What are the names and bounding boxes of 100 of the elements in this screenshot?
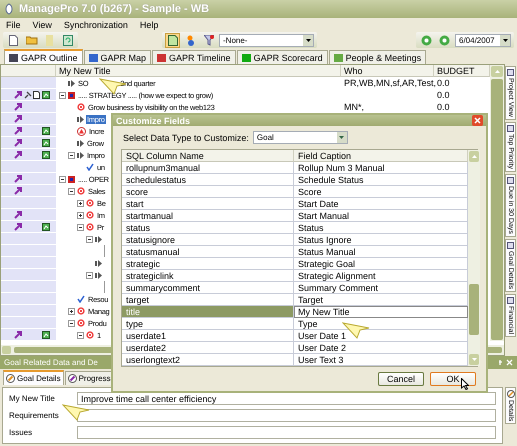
table-cell[interactable]: rollupnum3manual [122,162,294,174]
table-cell[interactable]: Score [294,186,468,198]
previous-button[interactable] [419,32,434,48]
expand-icon[interactable] [77,212,84,218]
table-cell[interactable]: Status Manual [294,246,468,258]
table-cell[interactable]: User Date 2 [294,342,468,354]
filter-button[interactable] [201,32,216,48]
menu-item[interactable]: Help [140,20,158,30]
caret-icon [306,38,310,42]
expand-icon[interactable] [68,308,75,314]
collapse-icon[interactable] [68,152,75,158]
table-cell[interactable]: userlongtext2 [122,354,294,366]
table-cell[interactable]: My New Title [294,306,468,318]
scroll-up-icon [472,155,476,158]
table-cell[interactable]: strategic [122,258,294,270]
table-cell[interactable]: Strategic Alignment [294,270,468,282]
tab-icon [9,54,18,62]
table-cell[interactable]: score [122,186,294,198]
table-cell[interactable]: Start Date [294,198,468,210]
pin-close-icon[interactable] [499,359,513,366]
view-tab[interactable]: GAPR Map [84,50,152,64]
square-icon [68,176,75,182]
table-cell[interactable]: Summary Comment [294,282,468,294]
table-cell[interactable]: Strategic Goal [294,258,468,270]
input-field[interactable] [77,426,496,439]
caret-icon [502,38,508,42]
close-icon[interactable] [472,115,483,126]
table-cell-text: PR,WB,MN,sf,AR,Test, [343,77,434,89]
input-field[interactable] [77,409,496,422]
refresh-button[interactable] [60,32,75,48]
arrow-icon [14,150,22,158]
tab-icon [507,69,514,76]
view-tab[interactable]: GAPR Timeline [152,50,236,64]
scroll-up-icon [494,70,500,73]
table-cell[interactable]: type [122,318,294,330]
menu-item[interactable]: File [6,20,21,30]
table-cell[interactable]: Status Ignore [294,234,468,246]
table-cell[interactable]: Start Manual [294,210,468,222]
table-cell[interactable]: Schedule Status [294,174,468,186]
vertical-scrollbar[interactable] [490,65,504,341]
next-button[interactable] [437,32,452,48]
table-cell[interactable]: summarycomment [122,282,294,294]
table-cell[interactable]: startmanual [122,210,294,222]
arrow-icon [14,126,22,134]
collapse-icon[interactable] [77,224,84,230]
table-cell[interactable]: statusignore [122,234,294,246]
table-cell[interactable]: User Date 1 [294,330,468,342]
menu-item[interactable]: Synchronization [64,20,128,30]
collapse-icon[interactable] [68,188,75,194]
new-document-button[interactable] [6,32,21,48]
panel-tab[interactable]: Progress [64,371,114,385]
table-cell[interactable]: start [122,198,294,210]
alert-icon [77,126,86,136]
step-arrow-icon [95,236,102,242]
table-cell[interactable]: Target [294,294,468,306]
collapse-icon[interactable] [86,236,93,242]
dialog-button[interactable]: Cancel [378,372,424,386]
tab-icon [507,176,514,184]
scroll-thumb[interactable] [469,284,479,335]
arrow-icon [14,210,22,218]
tab-icon [507,296,514,304]
document-check-button[interactable] [165,32,180,48]
tab-icon [507,124,514,132]
date-dropdown[interactable]: 6/04/2007 [455,34,511,46]
table-cell[interactable]: status [122,222,294,234]
dialog-button[interactable]: OK [430,372,476,386]
collapse-icon[interactable] [86,272,93,278]
table-cell[interactable]: User Text 3 [294,354,468,366]
filter-dropdown[interactable]: -None- [219,34,314,46]
table-cell[interactable]: userdate1 [122,330,294,342]
table-cell[interactable]: userdate2 [122,342,294,354]
collapse-icon[interactable] [59,92,66,98]
table-cell[interactable]: Status [294,222,468,234]
vertical-scrollbar[interactable] [468,150,480,366]
square-icon [68,92,75,98]
caret-icon [339,136,344,139]
view-tab[interactable]: GAPR Scorecard [236,50,328,64]
arrow-icon [14,330,22,338]
view-tab[interactable]: People & Meetings [328,50,426,64]
window-title: ManagePro 7.0 (b267) - Sample - WB [19,3,210,15]
collapse-icon[interactable] [68,320,75,326]
data-type-dropdown[interactable]: Goal [252,131,348,144]
tab-icon [507,242,514,249]
table-cell[interactable]: statusmanual [122,246,294,258]
arrow-icon [14,186,22,194]
collapse-icon[interactable] [77,332,84,338]
panel-tab[interactable]: Goal Details [3,370,64,385]
column-header: Who [341,65,434,77]
tree-line [104,281,105,293]
step-arrow-icon [77,140,84,146]
table-cell[interactable]: strategiclink [122,270,294,282]
tab-icon [88,54,98,62]
table-cell[interactable]: Type [294,318,468,330]
view-tab[interactable]: GAPR Outline [4,49,83,64]
table-cell[interactable]: schedulestatus [122,174,294,186]
table-cell[interactable]: target [122,294,294,306]
collapse-icon[interactable] [59,176,66,182]
table-cell[interactable]: Rollup Num 3 Manual [294,162,468,174]
menu-item[interactable]: View [32,20,52,30]
expand-icon[interactable] [77,200,84,206]
